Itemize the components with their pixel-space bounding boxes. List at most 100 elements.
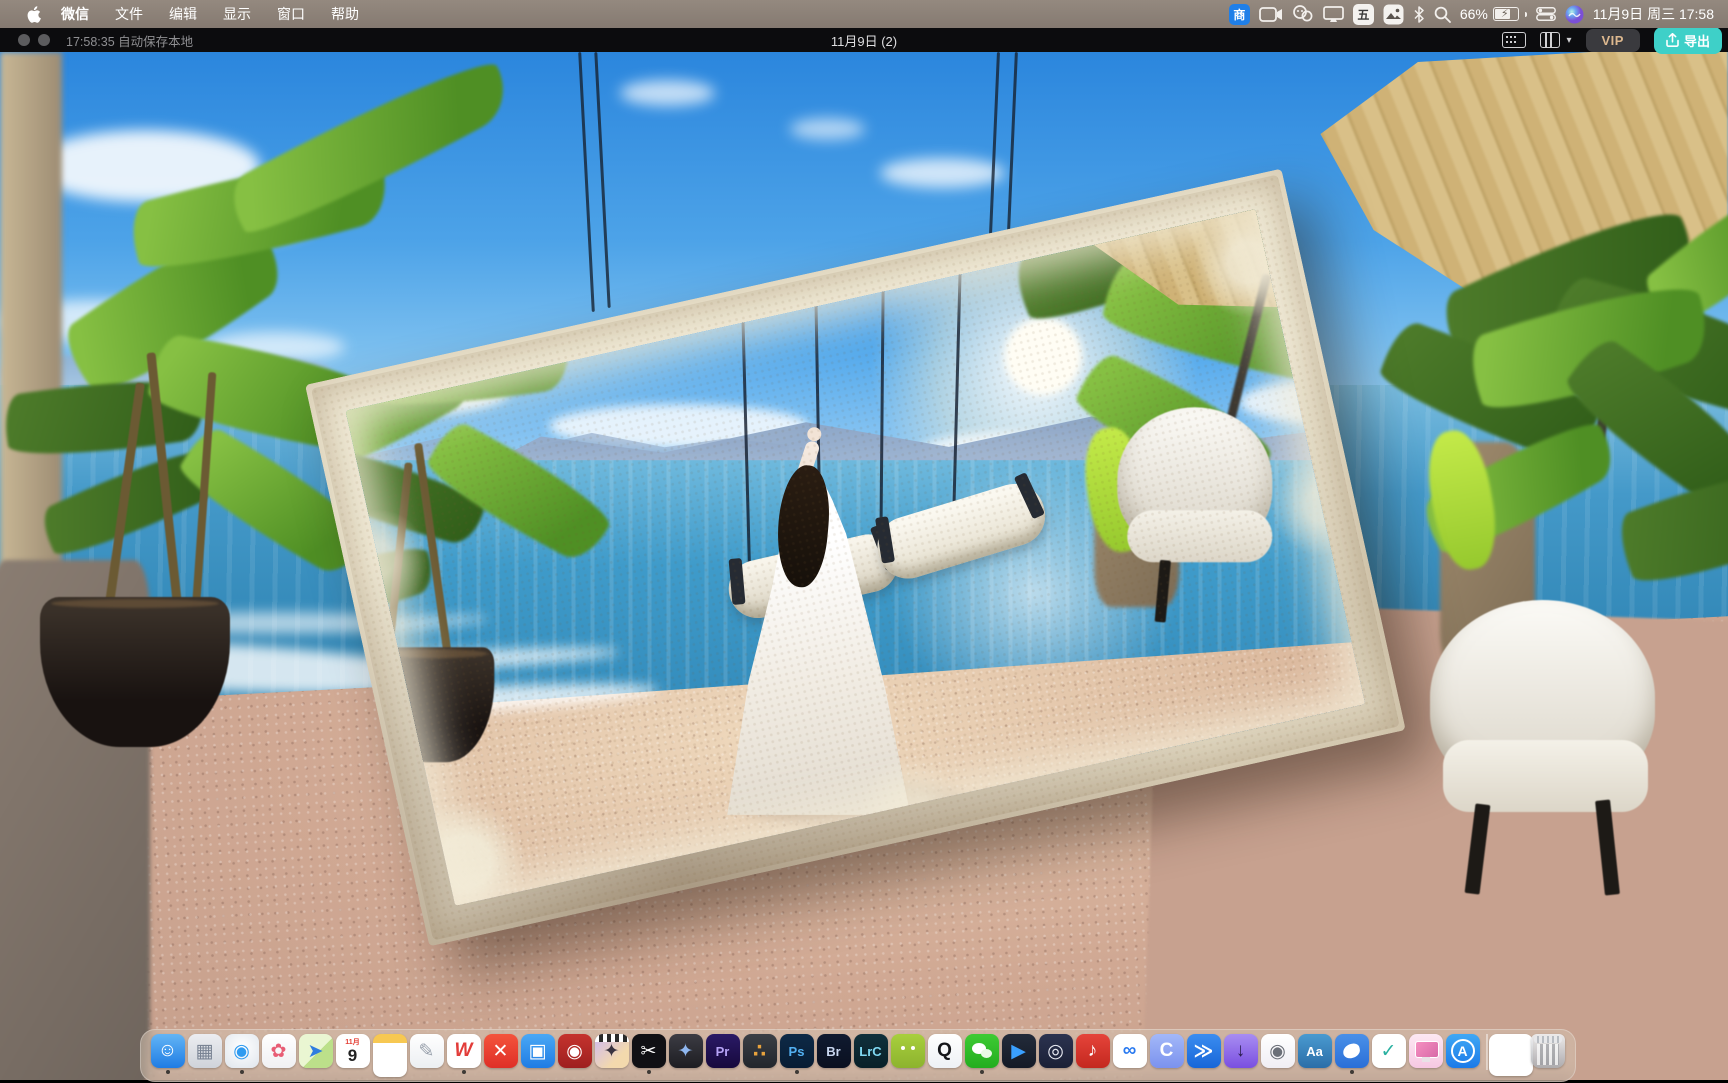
app-store-icon: A xyxy=(1445,1034,1480,1068)
input-method-icon[interactable]: 五 xyxy=(1352,3,1374,25)
menu-file[interactable]: 文件 xyxy=(102,0,156,28)
xunlei-glyph: ≫ xyxy=(1193,1040,1214,1062)
cleanmymac-icon xyxy=(1408,1034,1443,1068)
video-preview-canvas[interactable] xyxy=(0,52,1728,1080)
menu-window[interactable]: 窗口 xyxy=(264,0,318,28)
textedit-icon: ✎ xyxy=(409,1034,444,1068)
dove-app-icon xyxy=(1334,1034,1369,1068)
menu-bar-left: 微信 文件 编辑 显示 窗口 帮助 xyxy=(0,0,372,28)
vip-button[interactable]: VIP xyxy=(1585,28,1640,52)
dock-item-keynote[interactable]: ▣ xyxy=(519,1034,556,1074)
dock-item-obs-studio[interactable]: ◎ xyxy=(1037,1034,1074,1074)
export-button[interactable]: 导出 xyxy=(1653,26,1722,54)
dock-item-dove-app[interactable] xyxy=(1333,1034,1370,1074)
menu-bar: 微信 文件 编辑 显示 窗口 帮助 商 五 66% ⚡ 11月9日 周三 17:… xyxy=(0,0,1728,28)
menu-view[interactable]: 显示 xyxy=(210,0,264,28)
photos-status-icon[interactable] xyxy=(1383,3,1404,25)
dock-item-eudic[interactable]: Aa xyxy=(1296,1034,1333,1074)
dock-item-finder[interactable]: ☺ xyxy=(149,1034,186,1074)
finder-glyph: ☺ xyxy=(157,1040,178,1061)
dock-item-photos[interactable]: ✿ xyxy=(260,1034,297,1074)
dock-item-qq[interactable]: Q xyxy=(926,1034,963,1074)
dock-divider xyxy=(1486,1034,1488,1070)
netease-music-icon: ♪ xyxy=(1075,1034,1110,1068)
dock-item-photoshop[interactable]: Ps xyxy=(778,1034,815,1074)
display-icon[interactable] xyxy=(1322,3,1344,25)
dock-item-netease-music[interactable]: ♪ xyxy=(1074,1034,1111,1074)
chevron-down-icon[interactable]: ▾ xyxy=(1566,35,1571,46)
dock: ☺ ▦ ◉ ✿ ➤ 11月 9 ✎ W ✕ ▣ ◉ ✦ ✂ ✦ Pr ∴ Ps Br LrC Q ▶ ◎ ♪ ∞ C ≫ ↓ ◉ Aa ✓ A xyxy=(140,1029,1576,1082)
dock-item-xunlei[interactable]: ≫ xyxy=(1185,1034,1222,1074)
apple-menu-icon[interactable] xyxy=(18,5,48,23)
dock-item-wechat[interactable] xyxy=(963,1034,1000,1074)
wechat-icon xyxy=(964,1034,999,1068)
battery-percent: 66% xyxy=(1459,6,1488,22)
menu-bar-clock[interactable]: 11月9日 周三 17:58 xyxy=(1593,4,1714,24)
finder-icon: ☺ xyxy=(150,1034,185,1068)
wechat-status-icon[interactable] xyxy=(1292,3,1314,25)
dock-item-aliyun-drive[interactable]: C xyxy=(1148,1034,1185,1074)
dock-item-safari[interactable]: ◉ xyxy=(223,1034,260,1074)
dock-item-media-converter[interactable]: ◉ xyxy=(1259,1034,1296,1074)
business-app-icon[interactable]: 商 xyxy=(1228,3,1250,25)
aliyun-drive-icon: C xyxy=(1149,1034,1184,1068)
shortcut-keyboard-icon[interactable] xyxy=(1502,32,1527,48)
dock-item-camera-app[interactable]: ◉ xyxy=(556,1034,593,1074)
dock-item-premiere-pro[interactable]: Pr xyxy=(704,1034,741,1074)
xunlei-icon: ≫ xyxy=(1186,1034,1221,1068)
dock-item-lightroom-classic[interactable]: LrC xyxy=(852,1034,889,1074)
dock-item-wps-office[interactable]: W xyxy=(445,1034,482,1074)
camera-app-glyph: ◉ xyxy=(566,1040,583,1062)
dock-item-notes[interactable] xyxy=(371,1034,408,1083)
dock-item-calendar[interactable]: 11月 9 xyxy=(334,1034,371,1074)
capcut-icon: ✂ xyxy=(631,1034,666,1068)
menu-edit[interactable]: 编辑 xyxy=(156,0,210,28)
menu-help[interactable]: 帮助 xyxy=(318,0,372,28)
dock-item-davinci-resolve[interactable]: ∴ xyxy=(741,1034,778,1074)
dock-item-android-tool[interactable] xyxy=(889,1034,926,1074)
menu-app-name[interactable]: 微信 xyxy=(48,0,102,28)
siri-icon[interactable] xyxy=(1565,3,1584,25)
android-tool-icon xyxy=(890,1034,925,1068)
dock-item-baidu-netdisk[interactable]: ∞ xyxy=(1111,1034,1148,1074)
running-indicator xyxy=(794,1070,799,1074)
photoshop-glyph: Ps xyxy=(788,1043,805,1059)
dock-item-final-cut-pro[interactable]: ✦ xyxy=(593,1034,630,1074)
dock-item-trash[interactable] xyxy=(1530,1034,1567,1074)
obs-studio-glyph: ◎ xyxy=(1047,1040,1064,1062)
dock-item-minimized-window[interactable] xyxy=(1489,1034,1533,1082)
bluetooth-icon[interactable] xyxy=(1413,3,1425,25)
dock-item-app-store[interactable]: A xyxy=(1444,1034,1481,1074)
dock-item-motion[interactable]: ✦ xyxy=(667,1034,704,1074)
minimized-window-icon xyxy=(1489,1034,1533,1076)
battery-indicator[interactable]: 66% ⚡ xyxy=(1460,6,1527,22)
obs-studio-icon: ◎ xyxy=(1038,1034,1073,1068)
dock-item-maps[interactable]: ➤ xyxy=(297,1034,334,1074)
dock-item-xmind[interactable]: ✕ xyxy=(482,1034,519,1074)
dock-item-downie[interactable]: ↓ xyxy=(1222,1034,1259,1074)
dock-item-video-player[interactable]: ▶ xyxy=(1000,1034,1037,1074)
dock-item-launchpad[interactable]: ▦ xyxy=(186,1034,223,1074)
lightroom-classic-icon: LrC xyxy=(853,1034,888,1068)
dock-item-bridge[interactable]: Br xyxy=(815,1034,852,1074)
dock-item-capcut[interactable]: ✂ xyxy=(630,1034,667,1074)
screen-record-icon[interactable] xyxy=(1258,3,1283,25)
control-center-icon[interactable] xyxy=(1535,3,1556,25)
dock-item-textedit[interactable]: ✎ xyxy=(408,1034,445,1074)
running-indicator xyxy=(165,1070,170,1074)
dock-item-cleanmymac[interactable] xyxy=(1407,1034,1444,1074)
cloud xyxy=(790,118,865,140)
layout-columns-icon[interactable] xyxy=(1540,32,1561,48)
search-icon[interactable] xyxy=(1434,3,1451,25)
dock-item-v-note-app[interactable]: ✓ xyxy=(1370,1034,1407,1074)
